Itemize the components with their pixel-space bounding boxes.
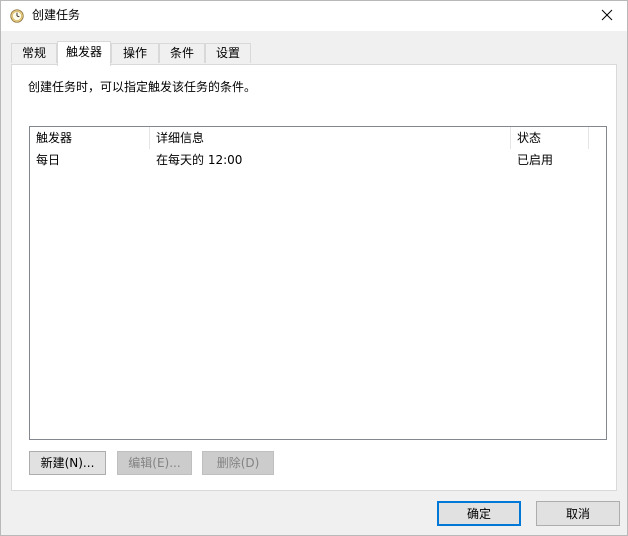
list-header: 触发器 详细信息 状态 bbox=[30, 127, 606, 149]
triggers-panel: 创建任务时，可以指定触发该任务的条件。 触发器 详细信息 状态 每日 在每天的 … bbox=[11, 64, 617, 491]
create-task-window: 创建任务 常规 触发器 操作 条件 设置 创建任务时，可以指定触发该任务的条件。… bbox=[0, 0, 628, 536]
cell-trigger: 每日 bbox=[36, 153, 61, 167]
new-trigger-button[interactable]: 新建(N)... bbox=[29, 451, 106, 475]
tab-conditions[interactable]: 条件 bbox=[159, 43, 205, 63]
column-header-details[interactable]: 详细信息 bbox=[150, 127, 511, 149]
panel-description: 创建任务时，可以指定触发该任务的条件。 bbox=[28, 80, 257, 94]
tab-general[interactable]: 常规 bbox=[11, 43, 57, 63]
column-header-trigger[interactable]: 触发器 bbox=[30, 127, 150, 149]
tab-strip: 常规 触发器 操作 条件 设置 bbox=[11, 41, 617, 66]
cell-status: 已启用 bbox=[517, 153, 554, 167]
title-bar: 创建任务 bbox=[1, 1, 627, 31]
tab-triggers[interactable]: 触发器 bbox=[57, 41, 111, 66]
clock-icon bbox=[10, 9, 24, 23]
window-title: 创建任务 bbox=[32, 8, 81, 22]
tab-settings[interactable]: 设置 bbox=[205, 43, 251, 63]
triggers-list[interactable]: 触发器 详细信息 状态 每日 在每天的 12:00 已启用 bbox=[29, 126, 607, 440]
cell-details: 在每天的 12:00 bbox=[156, 153, 243, 167]
cancel-button[interactable]: 取消 bbox=[536, 501, 620, 526]
ok-button[interactable]: 确定 bbox=[437, 501, 521, 526]
close-button[interactable] bbox=[587, 1, 627, 31]
column-header-status[interactable]: 状态 bbox=[511, 127, 589, 149]
edit-trigger-button[interactable]: 编辑(E)... bbox=[117, 451, 192, 475]
tab-actions[interactable]: 操作 bbox=[111, 43, 159, 63]
table-row[interactable]: 每日 在每天的 12:00 已启用 bbox=[30, 150, 606, 170]
delete-trigger-button[interactable]: 删除(D) bbox=[202, 451, 274, 475]
close-icon bbox=[601, 9, 613, 24]
